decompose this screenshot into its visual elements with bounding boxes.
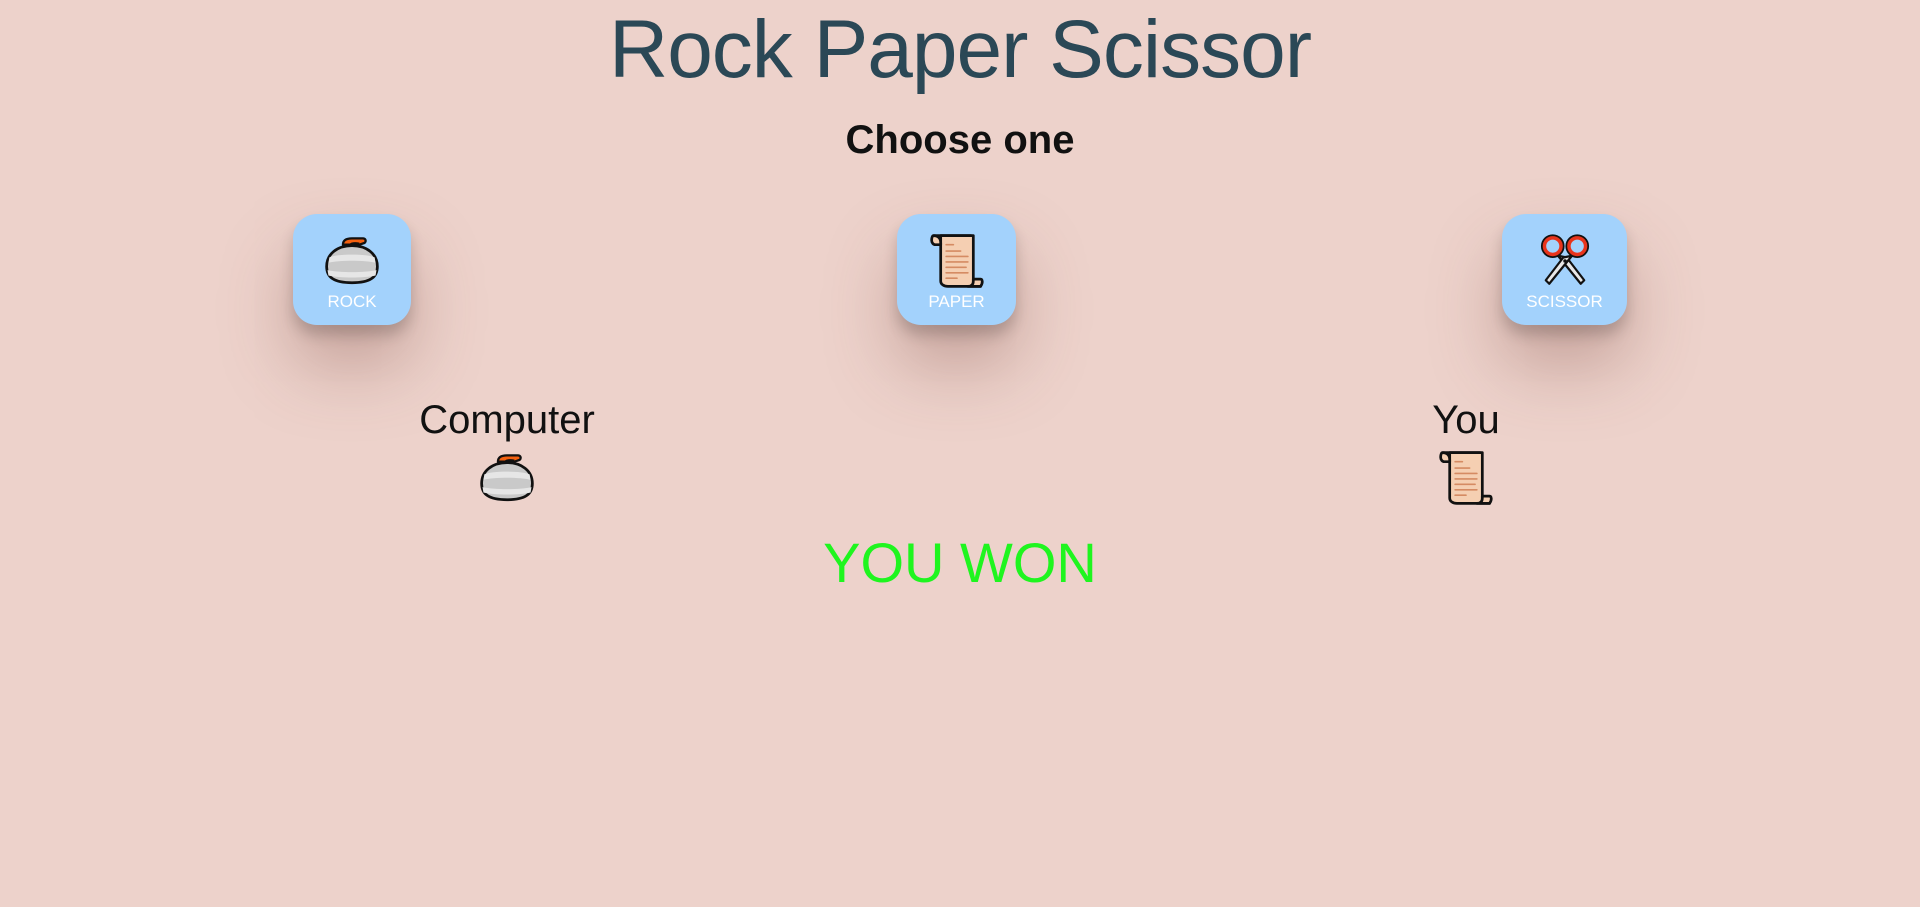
scissor-button[interactable]: SCISSOR: [1502, 214, 1627, 325]
scissors-icon: [1535, 232, 1595, 290]
you-panel: You: [1400, 396, 1532, 508]
scissor-button-label: SCISSOR: [1526, 292, 1603, 311]
result-message: YOU WON: [823, 531, 1097, 594]
paper-button[interactable]: PAPER: [897, 214, 1016, 325]
curling-stone-icon: [322, 232, 382, 290]
curling-stone-icon: [475, 448, 539, 508]
scroll-icon: [927, 232, 987, 290]
you-label: You: [1432, 398, 1500, 442]
choose-prompt: Choose one: [845, 118, 1075, 162]
scroll-icon: [1434, 448, 1498, 508]
rock-button[interactable]: ROCK: [293, 214, 411, 325]
page-title: Rock Paper Scissor: [608, 4, 1312, 95]
paper-button-label: PAPER: [928, 292, 985, 311]
computer-label: Computer: [419, 398, 595, 442]
computer-panel: Computer: [400, 396, 614, 508]
game-page: Rock Paper Scissor Choose one ROCK PAPER…: [0, 0, 1920, 907]
rock-button-label: ROCK: [327, 292, 377, 311]
